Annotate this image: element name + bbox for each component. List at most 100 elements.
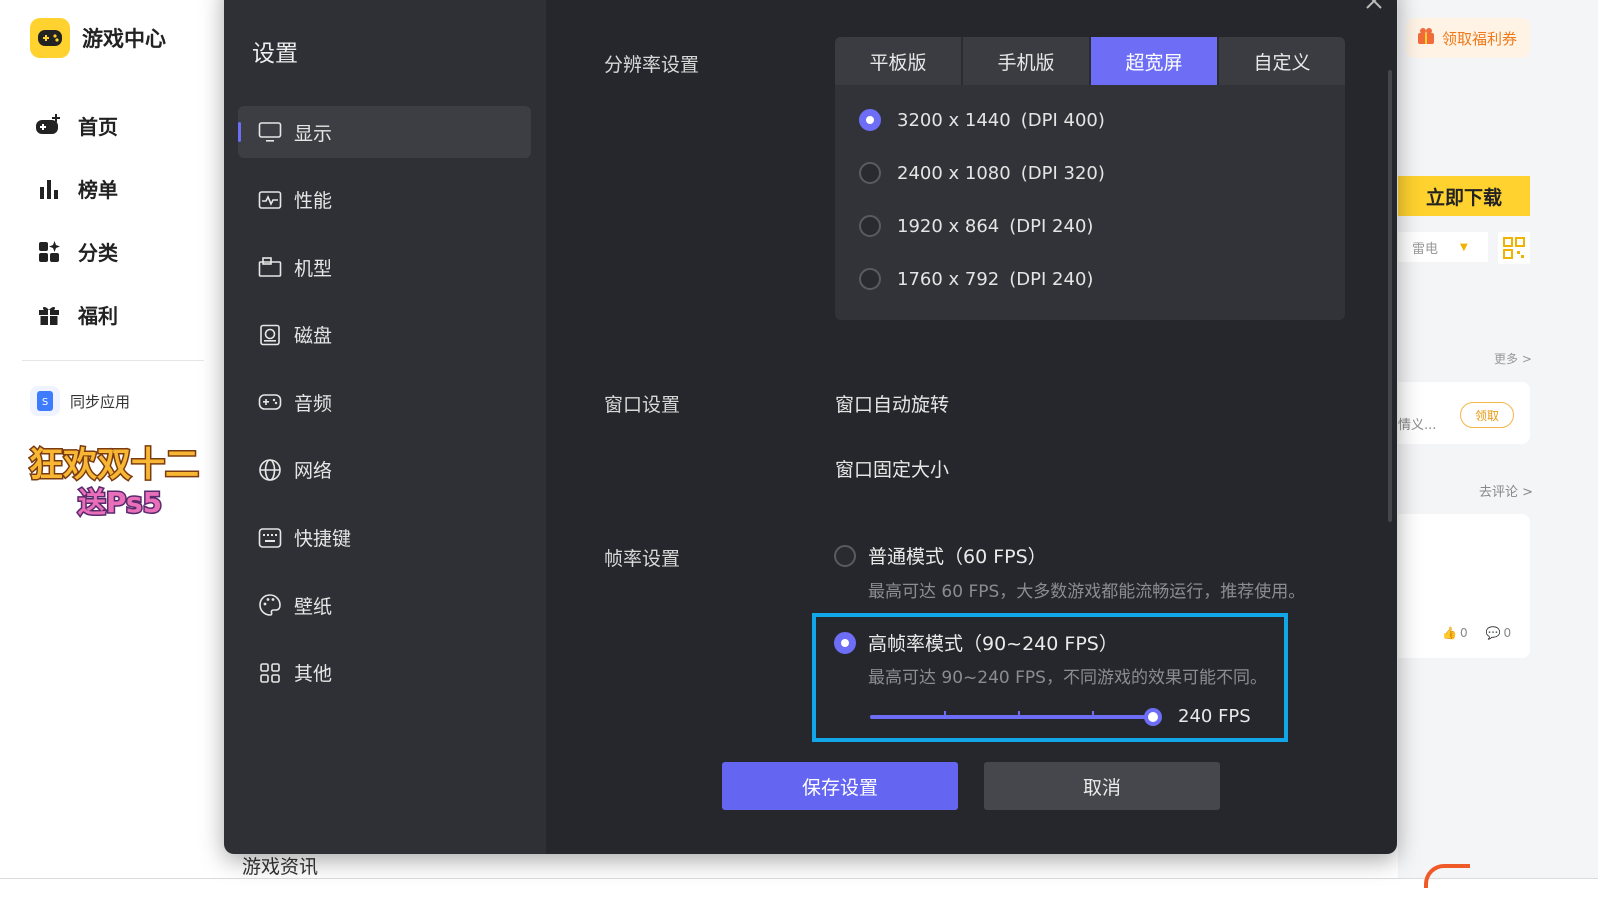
fps-slider-value: 240 FPS [1178,706,1251,727]
coupon-label: 领取福利券 [1442,29,1518,48]
high-fps-option[interactable]: 高帧率模式（90~240 FPS） [834,629,1118,656]
gamepad-plus-icon [34,111,64,141]
normal-mode-desc: 最高可达 60 FPS，大多数游戏都能流畅运行，推荐使用。 [868,582,1306,602]
save-button[interactable]: 保存设置 [722,762,958,810]
nav-item-rank[interactable]: 榜单 [34,157,118,220]
settings-content: 分辨率设置 平板版 手机版 超宽屏 自定义 3200 x 1440 (DPI 4… [546,0,1397,854]
nav-item-home[interactable]: 首页 [34,94,118,157]
settings-nav-performance[interactable]: 性能 [238,174,531,226]
settings-nav-label: 磁盘 [294,325,333,348]
resolution-tabs: 平板版 手机版 超宽屏 自定义 [835,37,1345,85]
radio-button[interactable] [859,215,881,237]
radio-button[interactable] [859,162,881,184]
settings-nav-hotkeys[interactable]: 快捷键 [238,512,531,564]
globe-icon [258,458,282,482]
sync-label: 同步应用 [70,392,131,411]
resolution-section-label: 分辨率设置 [604,54,700,76]
tab-ultrawide[interactable]: 超宽屏 [1091,37,1219,85]
fps-slider-handle[interactable] [1144,708,1162,726]
resolution-value: 1760 x 792 [897,268,1000,290]
nav-item-category[interactable]: 分类 [34,220,118,283]
monitor-icon [258,120,282,144]
grid-icon [258,661,282,685]
gamepad-logo-icon [30,18,70,58]
nav-item-welfare[interactable]: 福利 [34,283,118,346]
source-label: 雷电 [1412,241,1439,257]
resolution-option[interactable]: 1920 x 864 (DPI 240) [859,215,1093,237]
resolution-value: 2400 x 1080 [897,162,1011,184]
tab-custom[interactable]: 自定义 [1219,37,1345,85]
device-model-icon [258,255,282,279]
keyboard-icon [258,526,282,550]
settings-nav-disk[interactable]: 磁盘 [238,309,531,361]
close-icon[interactable] [1365,0,1383,10]
gamepad-icon [258,390,282,414]
resolution-option[interactable]: 2400 x 1080 (DPI 320) [859,162,1105,184]
claim-button[interactable]: 领取 [1460,402,1514,428]
radio-button[interactable] [859,109,881,131]
claim-card: 情义... 领取 [1398,382,1530,444]
svg-text:S: S [42,397,48,408]
resolution-option[interactable]: 1760 x 792 (DPI 240) [859,268,1093,290]
high-fps-desc: 最高可达 90~240 FPS，不同游戏的效果可能不同。 [868,668,1267,688]
corner-decoration [1424,864,1470,888]
settings-sidebar: 设置 显示 性能 机型 磁盘 音频 网络 快捷键 壁纸 其他 [224,0,546,854]
settings-nav-display[interactable]: 显示 [238,106,531,158]
radio-button[interactable] [834,544,856,567]
comment-button[interactable]: 💬 0 [1486,626,1512,640]
like-button[interactable]: 👍 0 [1442,626,1468,640]
post-stats: 👍 0 💬 0 [1442,626,1511,640]
settings-nav-wallpaper[interactable]: 壁纸 [238,579,531,631]
settings-nav-label: 快捷键 [294,528,352,551]
app-logo[interactable]: 游戏中心 [30,18,166,58]
fixed-size-label: 窗口固定大小 [835,459,950,481]
settings-nav-label: 音频 [294,392,333,415]
settings-nav-audio[interactable]: 音频 [238,376,531,428]
right-panel [1398,0,1598,899]
promo-banner[interactable]: 狂欢双十二 送Ps5 [28,440,201,526]
scrollbar[interactable] [1388,70,1392,522]
resolution-dpi: (DPI 240) [1009,268,1094,290]
nav-label: 福利 [78,304,118,328]
tab-tablet[interactable]: 平板版 [835,37,963,85]
resolution-dpi: (DPI 240) [1009,215,1094,237]
app-sidebar: 游戏中心 首页 榜单 分类 福利 S 同步应用 狂欢双十二 送Ps5 [0,0,224,899]
settings-nav-model[interactable]: 机型 [238,241,531,293]
normal-mode-option[interactable]: 普通模式（60 FPS） [834,542,1047,569]
more-link[interactable]: 更多 > [1494,350,1532,367]
qr-code-icon[interactable] [1498,232,1530,264]
slider-tick [944,711,946,717]
news-section-title: 游戏资讯 [242,856,319,878]
settings-nav-network[interactable]: 网络 [238,444,531,496]
slider-tick [1018,711,1020,717]
app-nav: 首页 榜单 分类 福利 [34,94,118,346]
radio-button[interactable] [834,631,856,654]
cancel-button[interactable]: 取消 [984,762,1220,810]
download-button[interactable]: 立即下载 [1398,176,1530,216]
resolution-dpi: (DPI 400) [1020,109,1105,131]
nav-label: 分类 [78,241,118,265]
source-dropdown[interactable]: 雷电 ▼ [1398,232,1488,262]
gift-icon [34,300,64,330]
radio-button[interactable] [859,268,881,290]
sync-apps-link[interactable]: S 同步应用 [30,386,130,416]
settings-nav-label: 网络 [294,460,333,483]
nav-label: 首页 [78,115,118,139]
promo-line-1: 狂欢双十二 [29,445,199,485]
divider [22,360,204,361]
resolution-option[interactable]: 3200 x 1440 (DPI 400) [859,109,1105,131]
settings-nav-other[interactable]: 其他 [238,647,531,699]
sync-app-icon: S [30,386,60,416]
auto-rotate-label: 窗口自动旋转 [835,394,950,416]
app-title: 游戏中心 [82,27,166,51]
coupon-button[interactable]: 领取福利券 [1406,18,1530,58]
resolution-dpi: (DPI 320) [1020,162,1105,184]
fps-slider-track[interactable] [870,711,1156,719]
resolution-value: 1920 x 864 [897,215,1000,237]
tab-phone[interactable]: 手机版 [963,37,1091,85]
comment-link[interactable]: 去评论 > [1479,481,1533,500]
settings-nav-label: 性能 [294,190,333,213]
comment-count: 0 [1503,626,1512,640]
window-section-label: 窗口设置 [604,394,681,416]
resolution-value: 3200 x 1440 [897,109,1011,131]
